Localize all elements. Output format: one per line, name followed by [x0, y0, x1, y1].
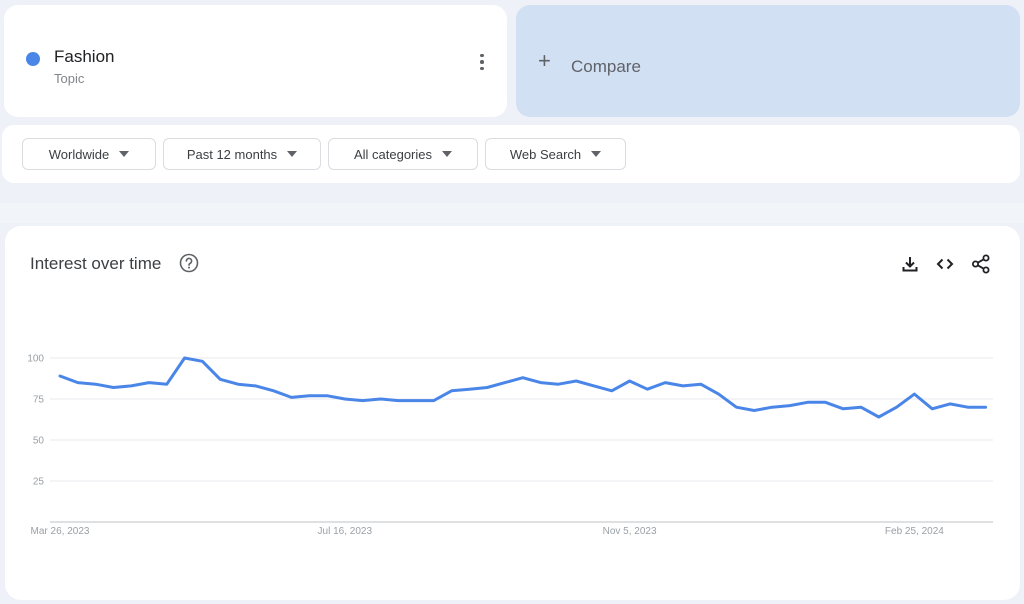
- data-point[interactable]: [501, 379, 509, 387]
- data-point[interactable]: [608, 387, 616, 395]
- data-point[interactable]: [181, 354, 189, 362]
- data-point[interactable]: [750, 406, 758, 414]
- data-point[interactable]: [163, 380, 171, 388]
- data-point[interactable]: [821, 398, 829, 406]
- data-point[interactable]: [732, 403, 740, 411]
- data-point[interactable]: [679, 382, 687, 390]
- data-point[interactable]: [964, 403, 972, 411]
- interest-line-chart: 25 50 75 100 Mar 26, 2023 Jul 16, 2023 Nov 5,…: [27, 354, 993, 537]
- data-point[interactable]: [715, 390, 723, 398]
- data-point[interactable]: [198, 357, 206, 365]
- data-point[interactable]: [74, 379, 82, 387]
- data-point[interactable]: [252, 382, 260, 390]
- data-point[interactable]: [626, 377, 634, 385]
- data-point[interactable]: [519, 374, 527, 382]
- data-point[interactable]: [910, 390, 918, 398]
- y-tick-label: 25: [33, 477, 45, 488]
- data-point[interactable]: [786, 402, 794, 410]
- data-point[interactable]: [946, 400, 954, 408]
- data-point[interactable]: [92, 380, 100, 388]
- data-point[interactable]: [537, 379, 545, 387]
- data-point[interactable]: [875, 413, 883, 421]
- data-point[interactable]: [590, 382, 598, 390]
- data-point[interactable]: [448, 387, 456, 395]
- data-point[interactable]: [287, 393, 295, 401]
- data-point[interactable]: [982, 403, 990, 411]
- data-point[interactable]: [323, 392, 331, 400]
- data-point[interactable]: [359, 397, 367, 405]
- data-point[interactable]: [857, 403, 865, 411]
- y-tick-label: 100: [27, 354, 44, 365]
- x-tick-label: Mar 26, 2023: [31, 526, 90, 537]
- data-point[interactable]: [572, 377, 580, 385]
- data-point[interactable]: [643, 385, 651, 393]
- data-point[interactable]: [127, 382, 135, 390]
- y-tick-label: 50: [33, 436, 45, 447]
- y-tick-label: 75: [33, 395, 45, 406]
- data-point[interactable]: [554, 380, 562, 388]
- data-point[interactable]: [216, 375, 224, 383]
- data-point[interactable]: [804, 398, 812, 406]
- data-point[interactable]: [465, 385, 473, 393]
- data-point[interactable]: [341, 395, 349, 403]
- x-tick-label: Feb 25, 2024: [885, 526, 944, 537]
- data-point[interactable]: [56, 372, 64, 380]
- data-point[interactable]: [234, 380, 242, 388]
- x-tick-label: Jul 16, 2023: [318, 526, 373, 537]
- x-tick-label: Nov 5, 2023: [603, 526, 657, 537]
- data-point[interactable]: [305, 392, 313, 400]
- data-point[interactable]: [394, 397, 402, 405]
- data-point[interactable]: [109, 384, 117, 392]
- data-point[interactable]: [661, 379, 669, 387]
- data-point[interactable]: [768, 403, 776, 411]
- data-point[interactable]: [376, 395, 384, 403]
- data-point[interactable]: [893, 403, 901, 411]
- data-point[interactable]: [697, 380, 705, 388]
- data-point[interactable]: [483, 384, 491, 392]
- data-point[interactable]: [412, 397, 420, 405]
- data-point[interactable]: [839, 405, 847, 413]
- data-point[interactable]: [430, 397, 438, 405]
- data-point[interactable]: [928, 405, 936, 413]
- data-point[interactable]: [270, 387, 278, 395]
- data-point[interactable]: [145, 379, 153, 387]
